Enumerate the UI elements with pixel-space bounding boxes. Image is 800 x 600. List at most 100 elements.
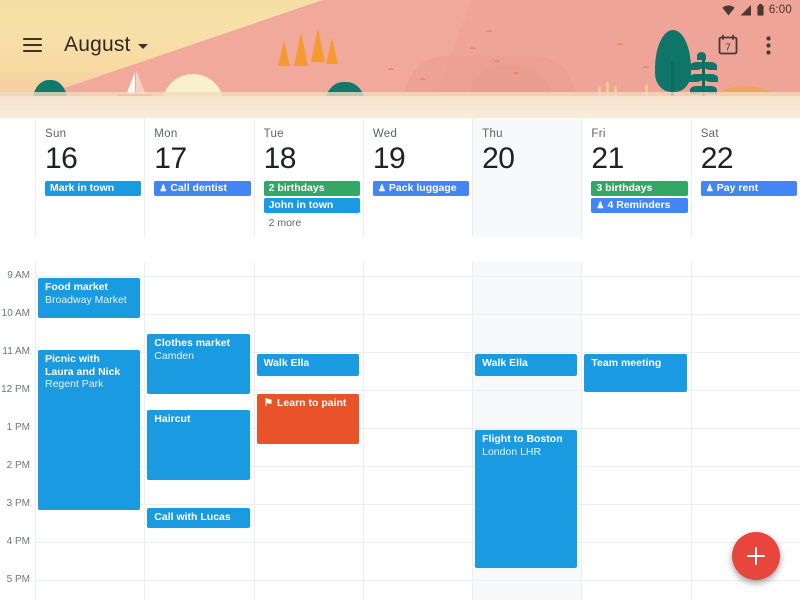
calendar-event[interactable]: Picnic with Laura and Nick Regent Park [38, 350, 141, 510]
day-column-thu[interactable]: Walk Ella Flight to Boston London LHR [472, 262, 582, 600]
status-clock: 6:00 [768, 4, 792, 16]
today-button[interactable]: 7 [708, 25, 748, 65]
event-title: Clothes market [154, 337, 231, 349]
all-day-chip[interactable]: ♟ Call dentist [154, 181, 251, 196]
fern-leaf-icon [689, 74, 703, 82]
calendar-app: 6:00 August 7 Sun 16 Mark in town Mon 17… [0, 0, 800, 600]
day-header-thu[interactable]: Thu 20 [472, 118, 582, 237]
all-day-chip[interactable]: Mark in town [45, 181, 142, 196]
day-number[interactable]: 18 [264, 141, 363, 177]
all-day-chip-label: 4 Reminders [607, 199, 671, 211]
calendar-event[interactable]: Walk Ella [256, 354, 359, 376]
event-location: Broadway Market [45, 293, 127, 306]
more-options-icon[interactable] [748, 25, 788, 65]
calendar-event[interactable]: Call with Lucas [147, 508, 250, 528]
day-header-sat[interactable]: Sat 22 ♟ Pay rent [690, 118, 800, 237]
day-number[interactable]: 17 [154, 141, 253, 177]
time-label: 5 PM [6, 574, 30, 585]
day-header-fri[interactable]: Fri 21 3 birthdays ♟ 4 Reminders [581, 118, 691, 237]
all-day-chip[interactable]: ♟ 4 Reminders [591, 198, 688, 213]
time-label: 10 AM [1, 308, 30, 319]
time-grid[interactable]: 9 AM 10 AM 11 AM 12 PM 1 PM 2 PM 3 PM 4 PM 5 PM … [0, 262, 800, 600]
time-gutter-spacer [0, 118, 35, 237]
time-label: 9 AM [7, 270, 30, 281]
create-event-fab[interactable] [732, 532, 780, 580]
battery-icon [757, 4, 764, 16]
calendar-today-icon: 7 [718, 34, 738, 55]
app-bar: August 7 [0, 20, 800, 70]
all-day-chip[interactable]: ♟ Pack luggage [372, 181, 470, 196]
hour-gridline [691, 466, 800, 467]
hour-gridline [363, 276, 473, 277]
menu-icon[interactable] [12, 25, 52, 65]
hour-gridline [691, 276, 800, 277]
day-header-mon[interactable]: Mon 17 ♟ Call dentist [144, 118, 254, 237]
day-number[interactable]: 16 [45, 141, 144, 177]
day-header-row: Sun 16 Mark in town Mon 17 ♟ Call dentist Tue 18… [0, 118, 800, 237]
hour-gridline [36, 580, 145, 581]
calendar-event[interactable]: Flight to Boston London LHR [475, 430, 578, 568]
time-label: 12 PM [1, 384, 30, 395]
all-day-events: Mark in town [45, 181, 144, 237]
calendar-event[interactable]: Food market Broadway Market [38, 278, 141, 318]
hour-gridline [363, 504, 473, 505]
hour-gridline [363, 542, 473, 543]
time-label: 11 AM [2, 346, 30, 357]
all-day-events: ♟ Pay rent [700, 181, 800, 237]
hour-gridline [473, 276, 582, 277]
all-day-chip[interactable]: 3 birthdays [591, 181, 688, 196]
reminder-icon: ♟ [159, 183, 168, 193]
calendar-event[interactable]: Clothes market Camden [147, 334, 250, 394]
all-day-events: 2 birthdays John in town 2 more [263, 181, 363, 237]
hour-gridline [254, 466, 363, 467]
day-header-sun[interactable]: Sun 16 Mark in town [35, 118, 145, 237]
hour-gridline [473, 314, 582, 315]
hour-gridline [582, 504, 691, 505]
hour-gridline [145, 314, 254, 315]
hour-gridline [363, 580, 473, 581]
calendar-event[interactable]: ⚑ Learn to paint [256, 394, 359, 444]
all-day-chip-label: 2 birthdays [268, 182, 325, 194]
time-label: 1 PM [6, 422, 30, 433]
all-day-chip[interactable]: John in town [263, 198, 360, 213]
day-column-mon[interactable]: Clothes market Camden Haircut Call with Luc… [144, 262, 254, 600]
event-title: Picnic with [45, 353, 100, 365]
calendar-event[interactable]: Team meeting [584, 354, 687, 392]
fern-leaf-icon [704, 74, 718, 82]
day-column-sun[interactable]: Food market Broadway Market Picnic with Lau… [35, 262, 145, 600]
day-column-fri[interactable]: Team meeting [581, 262, 691, 600]
month-selector[interactable]: August [64, 33, 148, 57]
all-day-chip[interactable]: ♟ Pay rent [700, 181, 797, 196]
day-number[interactable]: 20 [482, 141, 581, 177]
plus-icon [747, 547, 765, 565]
hour-gridline [363, 314, 473, 315]
calendar-event[interactable]: Haircut [147, 410, 250, 480]
hour-gridline [691, 314, 800, 315]
day-header-tue[interactable]: Tue 18 2 birthdays John in town 2 more [253, 118, 363, 237]
event-title: Flight to Boston [482, 433, 563, 445]
all-day-chip-label: John in town [268, 199, 334, 211]
day-number[interactable]: 21 [591, 141, 690, 177]
day-header-wed[interactable]: Wed 19 ♟ Pack luggage [362, 118, 473, 237]
hour-gridline [691, 580, 800, 581]
signal-icon [740, 4, 751, 15]
day-column-tue[interactable]: Walk Ella ⚑ Learn to paint [253, 262, 363, 600]
bird-icon [420, 78, 426, 81]
event-title: Walk Ella [263, 357, 310, 369]
more-events-link[interactable]: 2 more [264, 215, 360, 231]
hour-gridline [363, 466, 473, 467]
day-number[interactable]: 22 [701, 141, 800, 177]
all-day-chip-label: Mark in town [50, 182, 115, 194]
day-of-week-label: Wed [372, 128, 398, 140]
event-title: ⚑ Learn to paint [263, 397, 347, 409]
page-title: August [64, 33, 131, 56]
all-day-events: 3 birthdays ♟ 4 Reminders [591, 181, 690, 237]
hour-gridline [582, 428, 691, 429]
hour-gridline [473, 352, 582, 353]
day-number[interactable]: 19 [373, 141, 472, 177]
all-day-chip[interactable]: 2 birthdays [263, 181, 360, 196]
calendar-event[interactable]: Walk Ella [475, 354, 578, 376]
day-column-wed[interactable] [362, 262, 473, 600]
hour-gridline [254, 542, 363, 543]
hour-gridline [691, 504, 800, 505]
